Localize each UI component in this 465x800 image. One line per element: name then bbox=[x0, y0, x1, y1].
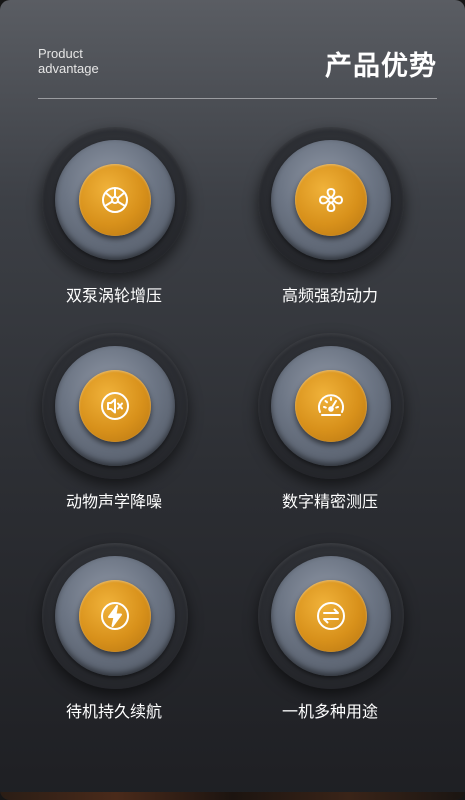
header-en-line1: Product bbox=[38, 46, 83, 61]
feature-item-pressure: 数字精密测压 bbox=[230, 333, 430, 513]
feature-item-battery: 待机持久续航 bbox=[14, 543, 214, 723]
knob bbox=[42, 543, 188, 689]
knob-ring bbox=[271, 556, 391, 676]
bottom-strip bbox=[0, 792, 465, 800]
feature-label: 高频强劲动力 bbox=[281, 286, 378, 305]
feature-item-noise: 动物声学降噪 bbox=[14, 333, 214, 513]
feature-label: 动物声学降噪 bbox=[65, 492, 162, 511]
knob bbox=[258, 127, 404, 273]
knob bbox=[42, 127, 188, 273]
knob-button bbox=[79, 580, 151, 652]
knob-button bbox=[295, 370, 367, 442]
knob-button bbox=[79, 164, 151, 236]
knob-ring bbox=[271, 346, 391, 466]
knob-button bbox=[295, 164, 367, 236]
divider bbox=[38, 98, 437, 99]
speaker-mute-icon bbox=[101, 392, 129, 420]
page-title: 产品优势 bbox=[325, 51, 437, 82]
fan-icon bbox=[319, 188, 343, 212]
turbine-icon bbox=[102, 187, 128, 213]
header-en: Product advantage bbox=[38, 46, 99, 76]
knob bbox=[258, 333, 404, 479]
feature-label: 数字精密测压 bbox=[281, 492, 378, 511]
knob-ring bbox=[55, 556, 175, 676]
knob bbox=[42, 333, 188, 479]
feature-item-power: 高频强劲动力 bbox=[230, 127, 430, 307]
knob bbox=[258, 543, 404, 689]
feature-label: 双泵涡轮增压 bbox=[65, 286, 162, 305]
knob-button bbox=[79, 370, 151, 442]
feature-item-multiuse: 一机多种用途 bbox=[230, 543, 430, 723]
gauge-icon bbox=[318, 394, 344, 416]
knob-ring bbox=[55, 346, 175, 466]
feature-label: 一机多种用途 bbox=[281, 702, 378, 721]
product-advantage-panel: Product advantage 产品优势 双泵涡轮增压 高频强劲动力 动物声… bbox=[0, 0, 465, 800]
knob-button bbox=[295, 580, 367, 652]
knob-ring bbox=[271, 140, 391, 260]
knob-ring bbox=[55, 140, 175, 260]
swap-arrows-icon bbox=[317, 602, 345, 630]
feature-label: 待机持久续航 bbox=[65, 702, 162, 721]
feature-item-turbo: 双泵涡轮增压 bbox=[14, 127, 214, 307]
header-en-line2: advantage bbox=[38, 61, 99, 76]
lightning-icon bbox=[101, 602, 129, 630]
